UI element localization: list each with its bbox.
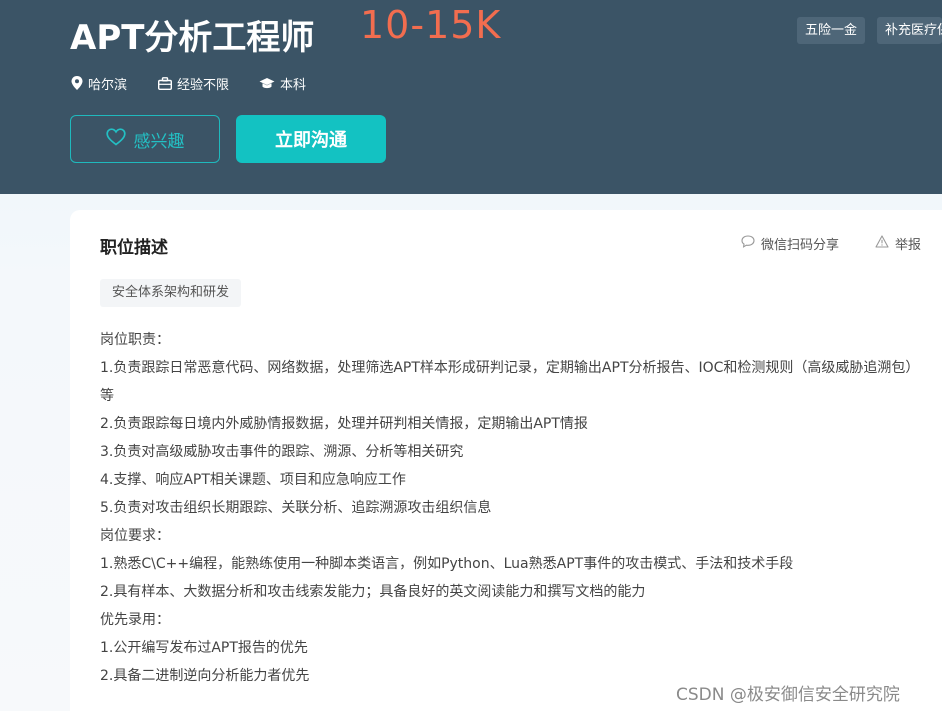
watermark: CSDN @极安御信安全研究院	[676, 685, 900, 705]
location-text: 哈尔滨	[88, 77, 128, 93]
graduation-cap-icon	[259, 77, 275, 90]
location-pin-icon	[71, 76, 83, 90]
chat-now-button[interactable]: 立即沟通	[236, 115, 386, 163]
description-line: 4.支撑、响应APT相关课题、项目和应急响应工作	[100, 472, 406, 488]
description-line: 优先录用：	[100, 612, 170, 628]
share-label: 微信扫码分享	[761, 238, 840, 253]
report-label: 举报	[895, 238, 922, 253]
heart-icon	[105, 127, 126, 151]
description-line: 岗位职责：	[100, 332, 170, 348]
benefit-tag: 补充医疗保险	[877, 17, 942, 44]
description-line: 岗位要求：	[100, 528, 170, 544]
experience-text: 经验不限	[177, 77, 230, 93]
interest-button[interactable]: 感兴趣	[70, 115, 220, 163]
description-line: 1.公开编写发布过APT报告的优先	[100, 640, 308, 656]
salary: 10-15K	[360, 3, 502, 47]
description-line: 2.负责跟踪每日境内外威胁情报数据，处理并研判相关情报，定期输出APT情报	[100, 416, 588, 432]
job-description: 岗位职责： 1.负责跟踪日常恶意代码、网络数据，处理筛选APT样本形成研判记录，…	[100, 326, 930, 690]
description-line: 2.具有样本、大数据分析和攻击线索发能力；具备良好的英文阅读能力和撰写文档的能力	[100, 584, 646, 600]
meta-location: 哈尔滨	[71, 74, 128, 93]
meta-experience: 经验不限	[158, 74, 230, 93]
description-line: 1.熟悉C\C++编程，能熟练使用一种脚本类语言，例如Python、Lua熟悉A…	[100, 556, 794, 572]
job-title: APT分析工程师	[70, 18, 315, 58]
education-text: 本科	[280, 77, 307, 93]
description-line: 5.负责对攻击组织长期跟踪、关联分析、追踪溯源攻击组织信息	[100, 500, 492, 516]
warning-triangle-icon	[875, 235, 889, 252]
benefit-tag: 五险一金	[797, 17, 866, 44]
category-tag: 安全体系架构和研发	[100, 279, 242, 307]
meta-education: 本科	[259, 74, 307, 93]
share-button[interactable]: 微信扫码分享	[741, 234, 839, 253]
section-title: 职位描述	[100, 238, 168, 258]
description-line: 3.负责对高级威胁攻击事件的跟踪、溯源、分析等相关研究	[100, 444, 464, 460]
job-header: APT分析工程师 10-15K 五险一金 补充医疗保险 哈尔滨 经验不限 本科 …	[0, 0, 942, 194]
interest-label: 感兴趣	[133, 131, 185, 152]
report-button[interactable]: 举报	[875, 234, 921, 253]
briefcase-icon	[158, 76, 172, 90]
chat-bubble-icon	[741, 235, 755, 252]
description-line: 1.负责跟踪日常恶意代码、网络数据，处理筛选APT样本形成研判记录，定期输出AP…	[100, 360, 920, 404]
